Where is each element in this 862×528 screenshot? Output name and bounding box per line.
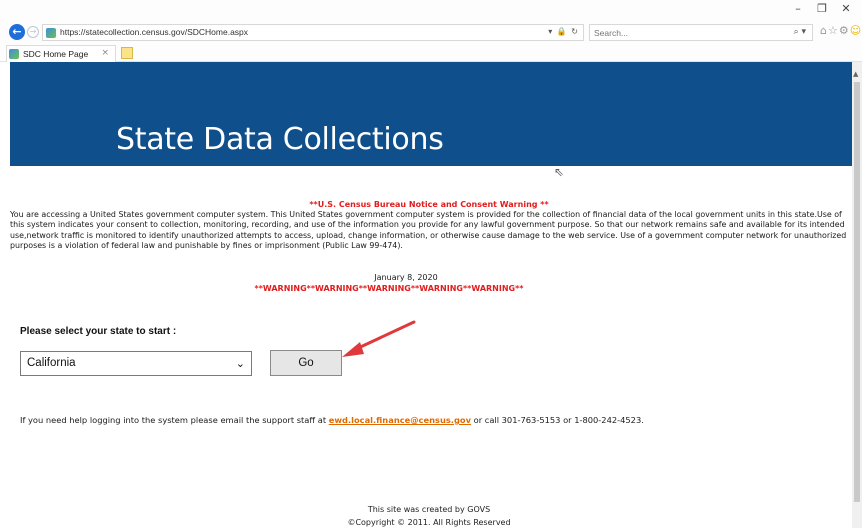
notice-body: You are accessing a United States govern… xyxy=(10,210,847,251)
help-text-prefix: If you need help logging into the system… xyxy=(20,415,329,425)
restore-button[interactable]: ❐ xyxy=(810,2,834,15)
home-icon[interactable]: ⌂ xyxy=(820,24,827,37)
browser-nav-row: ← → https://statecollection.census.gov/S… xyxy=(0,0,862,41)
state-select-value[interactable]: California xyxy=(27,357,76,369)
tab-sdc-home[interactable]: SDC Home Page × xyxy=(6,45,116,62)
browser-chrome: ← → https://statecollection.census.gov/S… xyxy=(0,0,862,62)
chevron-down-icon[interactable]: ⌄ xyxy=(236,357,245,370)
browser-search-box[interactable]: ⌕ ▾ xyxy=(589,24,813,41)
notice-heading: **U.S. Census Bureau Notice and Consent … xyxy=(309,200,549,209)
page-title: State Data Collections xyxy=(116,122,444,157)
warning-banner-text: **WARNING**WARNING**WARNING**WARNING**WA… xyxy=(254,284,524,293)
window-controls: – ❐ ✕ xyxy=(786,2,858,15)
footer-credit: This site was created by GOVS xyxy=(367,505,491,514)
state-select-label: Please select your state to start : xyxy=(20,326,177,337)
minimize-button[interactable]: – xyxy=(786,2,810,15)
notice-date: January 8, 2020 xyxy=(374,273,438,282)
go-button[interactable]: Go xyxy=(270,350,342,376)
smiley-icon[interactable]: ☺ xyxy=(850,24,861,37)
close-button[interactable]: ✕ xyxy=(834,2,858,15)
browser-search-input[interactable] xyxy=(590,25,770,40)
state-select[interactable]: California ⌄ xyxy=(20,351,252,376)
address-bar[interactable]: https://statecollection.census.gov/SDCHo… xyxy=(42,24,584,41)
scroll-up-icon[interactable]: ▲ xyxy=(853,70,858,78)
tab-favicon-icon xyxy=(9,49,19,59)
star-icon[interactable]: ☆ xyxy=(828,24,838,37)
browser-toolbar-icons: ⌂☆⚙☺ xyxy=(820,24,862,37)
scrollbar-thumb[interactable] xyxy=(854,82,860,502)
back-button[interactable]: ← xyxy=(9,24,25,40)
footer-copyright: ©Copyright © 2011. All Rights Reserved xyxy=(347,518,511,527)
page-banner: State Data Collections xyxy=(10,62,862,166)
forward-button[interactable]: → xyxy=(27,26,39,38)
tab-close-icon[interactable]: × xyxy=(101,48,109,58)
mouse-cursor-icon: ⇖ xyxy=(554,165,565,179)
help-text: If you need help logging into the system… xyxy=(20,415,644,425)
red-arrow-annotation xyxy=(342,320,416,357)
tab-row: SDC Home Page × xyxy=(0,44,862,62)
url-text[interactable]: https://statecollection.census.gov/SDCHo… xyxy=(60,27,248,37)
help-text-suffix: or call 301-763-5153 or 1-800-242-4523. xyxy=(471,415,644,425)
settings-icon[interactable]: ⚙ xyxy=(839,24,849,37)
support-email-link[interactable]: ewd.local.finance@census.gov xyxy=(329,415,471,425)
tab-title: SDC Home Page xyxy=(23,49,89,59)
site-favicon-icon xyxy=(46,28,56,38)
search-icon[interactable]: ⌕ ▾ xyxy=(794,27,806,37)
address-actions[interactable]: ▾ 🔒 ↻ xyxy=(548,27,579,36)
new-tab-icon[interactable] xyxy=(121,47,133,59)
vertical-scrollbar[interactable]: ▲ xyxy=(852,62,862,528)
